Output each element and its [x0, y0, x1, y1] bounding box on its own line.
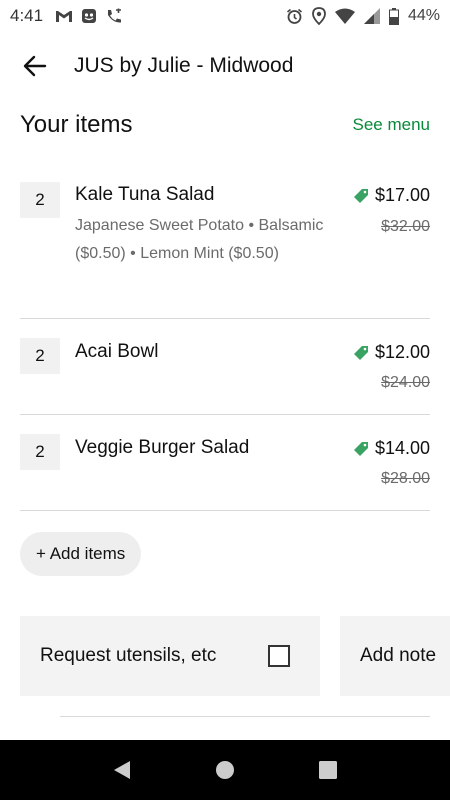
phone-call-icon	[108, 8, 122, 23]
system-nav-bar	[0, 740, 450, 800]
item-price: $12.00	[374, 342, 430, 362]
see-menu-link[interactable]: See menu	[353, 115, 431, 135]
item-price: $14.00	[374, 438, 430, 458]
quantity-selector[interactable]: 2	[20, 338, 60, 374]
item-name: Veggie Burger Salad	[75, 437, 250, 458]
item-original-price: $28.00	[381, 470, 430, 487]
price-tag-icon	[353, 345, 368, 360]
arrow-left-icon	[23, 55, 47, 77]
nav-home-button[interactable]	[205, 750, 245, 790]
app-header: JUS by Julie - Midwood	[0, 36, 450, 96]
item-original-price: $32.00	[381, 218, 430, 235]
item-original-price: $24.00	[381, 374, 430, 391]
status-time: 4:41	[10, 6, 44, 25]
section-title: Your items	[20, 111, 133, 138]
back-button[interactable]	[0, 36, 70, 96]
cart-item[interactable]: 2 Acai Bowl $12.00 $24.00	[20, 319, 430, 415]
add-note-card[interactable]: Add note	[340, 616, 450, 696]
utensils-checkbox[interactable]	[268, 645, 290, 667]
location-icon	[312, 7, 326, 25]
item-name: Acai Bowl	[75, 341, 159, 362]
wifi-icon	[334, 8, 355, 24]
price-group: $14.00	[353, 438, 430, 459]
request-utensils-label: Request utensils, etc	[40, 645, 217, 666]
gmail-icon	[56, 11, 73, 22]
add-note-label: Add note	[360, 645, 437, 666]
cart-item[interactable]: 2 Veggie Burger Salad $14.00 $28.00	[20, 415, 430, 511]
quantity-selector[interactable]: 2	[20, 182, 60, 218]
cart-item[interactable]: 2 Kale Tuna Salad Japanese Sweet Potato …	[20, 172, 430, 319]
add-items-button[interactable]: + Add items	[20, 532, 142, 576]
back-triangle-icon	[113, 761, 130, 779]
alarm-icon	[286, 8, 302, 24]
battery-percent: 44%	[407, 7, 440, 24]
price-group: $17.00	[353, 185, 430, 206]
notification-icons	[55, 8, 123, 25]
your-items-header: Your items See menu	[20, 105, 430, 145]
item-price: $17.00	[374, 185, 430, 205]
price-tag-icon	[353, 441, 368, 456]
system-status-icons: 44%	[286, 7, 440, 25]
item-options: Japanese Sweet Potato • Balsamic ($0.50)…	[75, 217, 324, 262]
quantity-selector[interactable]: 2	[20, 434, 60, 470]
price-tag-icon	[353, 188, 368, 203]
signal-icon	[363, 8, 380, 24]
battery-icon	[388, 7, 399, 25]
price-group: $12.00	[353, 342, 430, 363]
shield-app-icon	[82, 8, 97, 23]
request-utensils-card[interactable]: Request utensils, etc	[20, 616, 320, 696]
recents-square-icon	[319, 761, 338, 779]
status-bar: 4:41 44%	[0, 0, 450, 32]
nav-recents-button[interactable]	[308, 750, 348, 790]
store-title: JUS by Julie - Midwood	[74, 54, 294, 77]
divider	[60, 716, 430, 717]
nav-back-button[interactable]	[102, 750, 142, 790]
home-circle-icon	[215, 761, 234, 779]
item-name: Kale Tuna Salad	[75, 184, 215, 205]
